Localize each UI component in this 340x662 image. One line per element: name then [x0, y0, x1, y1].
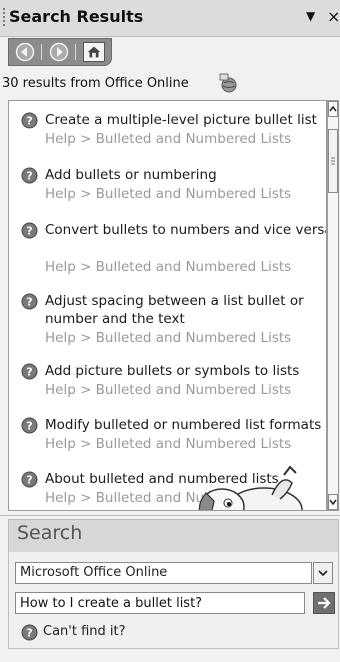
help-question-icon: ?	[21, 624, 38, 641]
forward-icon[interactable]	[49, 42, 69, 62]
scroll-down-button[interactable]	[328, 494, 338, 510]
result-path: Help > Bulleted and Numbered Lists	[45, 259, 292, 275]
grip-lines-icon	[331, 157, 335, 165]
result-path: Help > Bulleted and Numbered Lists	[45, 131, 292, 147]
start-search-button[interactable]	[313, 592, 335, 614]
nav-separator	[41, 44, 42, 60]
result-title[interactable]: Convert bullets to numbers and vice vers…	[45, 221, 326, 239]
scroll-thumb[interactable]	[328, 129, 338, 193]
office-assistant-dog[interactable]	[184, 455, 309, 511]
help-question-icon: ?	[21, 417, 38, 434]
search-heading: Search	[17, 522, 83, 544]
result-path: Help > Bulleted and Numbered Lists	[45, 186, 292, 202]
result-path: Help > Bulleted and Numbered Lists	[45, 436, 292, 452]
search-query-input[interactable]	[15, 592, 305, 614]
svg-text:?: ?	[26, 627, 32, 640]
pane-title: Search Results	[9, 7, 144, 26]
svg-text:?: ?	[26, 474, 32, 487]
result-path: Help > Bulleted and Numbered Lists	[45, 330, 292, 346]
office-online-globe-icon	[219, 73, 237, 93]
title-bar: Search Results ▼ ×	[0, 0, 340, 37]
svg-text:?: ?	[26, 366, 32, 379]
results-scrollbar[interactable]	[327, 100, 339, 511]
svg-text:?: ?	[26, 296, 32, 309]
scroll-up-button[interactable]	[328, 101, 338, 117]
chevron-down-icon	[329, 499, 337, 506]
search-section-header: Search	[9, 520, 338, 552]
results-summary: 30 results from Office Online	[2, 76, 189, 91]
result-title[interactable]: Adjust spacing between a list bullet or …	[45, 292, 326, 328]
cant-find-it-link[interactable]: Can't find it?	[43, 624, 126, 639]
navigation-toolbar	[8, 38, 112, 66]
result-title[interactable]: Add picture bullets or symbols to lists	[45, 362, 326, 380]
help-question-icon: ?	[21, 112, 38, 129]
search-scope-select[interactable]: Microsoft Office Online	[15, 562, 312, 584]
result-title[interactable]: Create a multiple-level picture bullet l…	[45, 111, 326, 129]
svg-text:?: ?	[26, 170, 32, 183]
search-section: Search Microsoft Office Online ? Can't f…	[8, 519, 339, 649]
help-question-icon: ?	[21, 363, 38, 380]
svg-text:?: ?	[26, 225, 32, 238]
pane-menu-dropdown-icon[interactable]: ▼	[306, 9, 315, 23]
result-title[interactable]: Add bullets or numbering	[45, 166, 326, 184]
arrow-right-icon	[318, 597, 331, 609]
result-title[interactable]: Modify bulleted or numbered list formats	[45, 416, 326, 434]
svg-text:?: ?	[26, 420, 32, 433]
results-list: ? Create a multiple-level picture bullet…	[8, 100, 327, 511]
help-question-icon: ?	[21, 471, 38, 488]
chevron-up-icon	[329, 105, 337, 112]
chevron-down-icon	[318, 570, 328, 577]
search-results-task-pane: Search Results ▼ × 30 results from Offic…	[0, 0, 340, 662]
help-question-icon: ?	[21, 293, 38, 310]
back-icon[interactable]	[15, 42, 35, 62]
section-divider	[0, 515, 340, 516]
home-icon[interactable]	[83, 42, 105, 62]
close-icon[interactable]: ×	[327, 7, 340, 26]
help-question-icon: ?	[21, 167, 38, 184]
svg-text:?: ?	[26, 115, 32, 128]
nav-separator	[75, 44, 76, 60]
result-path: Help > Bulleted and Numbered Lists	[45, 382, 292, 398]
scope-dropdown-button[interactable]	[313, 562, 333, 584]
drag-grip[interactable]	[3, 8, 5, 28]
help-question-icon: ?	[21, 222, 38, 239]
